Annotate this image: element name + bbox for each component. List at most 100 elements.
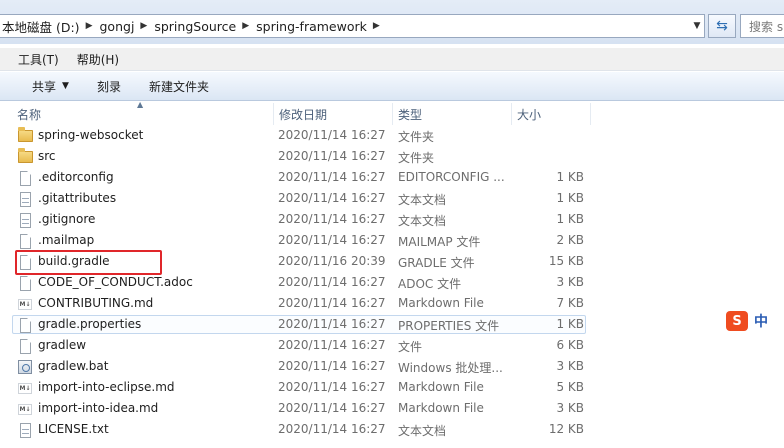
file-size: 1 KB (556, 212, 584, 226)
highlight-annotation-box (15, 250, 162, 275)
file-type: PROPERTIES 文件 (398, 319, 500, 333)
breadcrumb-item[interactable]: spring-framework ▶ (251, 15, 382, 37)
file-date: 2020/11/14 16:27 (278, 359, 386, 373)
list-item[interactable]: gradlew.bat 2020/11/14 16:27 Windows 批处理… (0, 357, 784, 378)
list-item[interactable]: gradle.properties 2020/11/14 16:27 PROPE… (0, 315, 784, 336)
ime-mode-label: 中 (754, 314, 768, 330)
column-header-label: 类型 (398, 107, 423, 122)
column-header-label: 大小 (517, 107, 542, 122)
file-size: 6 KB (556, 338, 584, 352)
list-item[interactable]: gradlew 2020/11/14 16:27 文件 6 KB (0, 336, 784, 357)
markdown-file-icon: M↓ (18, 403, 32, 415)
file-size: 1 KB (556, 170, 584, 184)
breadcrumb-item[interactable]: 本地磁盘 (D:) ▶ (0, 15, 95, 37)
file-type: Markdown File (398, 296, 484, 310)
column-header-size[interactable]: 大小 (511, 103, 591, 125)
command-bar: 共享 ▼ 刻录 新建文件夹 (0, 72, 784, 101)
file-name: import-into-eclipse.md (38, 380, 175, 394)
file-name: CONTRIBUTING.md (38, 296, 154, 310)
burn-label: 刻录 (96, 79, 121, 94)
menu-help[interactable]: 帮助(H) (68, 51, 128, 68)
file-type: 文件夹 (398, 151, 435, 165)
column-header-label: 修改日期 (279, 107, 328, 122)
file-list: spring-websocket 2020/11/14 16:27 文件夹 sr… (0, 126, 784, 441)
chevron-down-icon: ▼ (62, 81, 69, 91)
column-header-row: ▲ 名称 修改日期 类型 大小 (0, 100, 784, 125)
file-size: 15 KB (548, 254, 584, 268)
search-input[interactable]: 搜索 s (740, 14, 784, 38)
list-item[interactable]: spring-websocket 2020/11/14 16:27 文件夹 (0, 126, 784, 147)
new-folder-button[interactable]: 新建文件夹 (135, 78, 223, 95)
list-item[interactable]: .gitattributes 2020/11/14 16:27 文本文档 1 K… (0, 189, 784, 210)
breadcrumb-item[interactable]: gongj ▶ (95, 15, 150, 37)
file-size: 1 KB (556, 191, 584, 205)
chevron-right-icon[interactable]: ▶ (86, 21, 95, 31)
address-dropdown-icon[interactable]: ▼ (686, 14, 708, 38)
file-name: CODE_OF_CONDUCT.adoc (38, 275, 193, 289)
file-size: 3 KB (556, 401, 584, 415)
file-size: 3 KB (556, 359, 584, 373)
refresh-icon: ⇆ (716, 18, 728, 34)
ime-status-badge[interactable]: S 中 (726, 311, 768, 331)
new-folder-label: 新建文件夹 (148, 79, 209, 94)
list-item[interactable]: .editorconfig 2020/11/14 16:27 EDITORCON… (0, 168, 784, 189)
markdown-file-icon: M↓ (18, 298, 32, 310)
file-size: 7 KB (556, 296, 584, 310)
file-icon (17, 170, 33, 186)
file-type: 文件 (398, 340, 423, 354)
file-name: gradlew (38, 338, 87, 352)
list-item[interactable]: LICENSE.txt 2020/11/14 16:27 文本文档 12 KB (0, 420, 784, 441)
file-size: 5 KB (556, 380, 584, 394)
breadcrumb-label: gongj (99, 18, 135, 34)
list-item[interactable]: .mailmap 2020/11/14 16:27 MAILMAP 文件 2 K… (0, 231, 784, 252)
file-date: 2020/11/14 16:27 (278, 212, 386, 226)
file-date: 2020/11/14 16:27 (278, 422, 386, 436)
column-header-modified[interactable]: 修改日期 (273, 103, 393, 125)
file-name: .editorconfig (38, 170, 114, 184)
file-type: MAILMAP 文件 (398, 235, 481, 249)
address-bar-area: 本地磁盘 (D:) ▶ gongj ▶ springSource ▶ sprin… (0, 0, 784, 44)
burn-button[interactable]: 刻录 (83, 78, 135, 95)
file-date: 2020/11/14 16:27 (278, 296, 386, 310)
column-header-label: 名称 (17, 107, 42, 122)
file-name: .gitattributes (38, 191, 117, 205)
file-type: Markdown File (398, 380, 484, 394)
file-date: 2020/11/14 16:27 (278, 191, 386, 205)
list-item[interactable]: src 2020/11/14 16:27 文件夹 (0, 147, 784, 168)
share-label: 共享 (32, 79, 57, 94)
folder-icon (17, 148, 33, 165)
file-name: LICENSE.txt (38, 422, 109, 436)
file-size: 2 KB (556, 233, 584, 247)
chevron-right-icon[interactable]: ▶ (373, 21, 382, 31)
file-type: 文本文档 (398, 214, 447, 228)
breadcrumb-label: spring-framework (256, 18, 367, 34)
file-type: 文本文档 (398, 193, 447, 207)
chevron-right-icon[interactable]: ▶ (242, 21, 251, 31)
column-header-type[interactable]: 类型 (392, 103, 512, 125)
file-type: EDITORCONFIG ... (398, 170, 505, 184)
file-type: Windows 批处理... (398, 361, 503, 375)
text-file-icon (17, 212, 33, 228)
list-item[interactable]: M↓ CONTRIBUTING.md 2020/11/14 16:27 Mark… (0, 294, 784, 315)
refresh-button[interactable]: ⇆ (708, 14, 736, 38)
list-item[interactable]: M↓ import-into-eclipse.md 2020/11/14 16:… (0, 378, 784, 399)
column-header-name[interactable]: 名称 (11, 103, 274, 125)
breadcrumb-item[interactable]: springSource ▶ (149, 15, 251, 37)
address-bar[interactable]: 本地磁盘 (D:) ▶ gongj ▶ springSource ▶ sprin… (0, 14, 705, 38)
folder-icon (17, 127, 33, 144)
menu-bar: 工具(T) 帮助(H) (0, 48, 784, 71)
chevron-right-icon[interactable]: ▶ (140, 21, 149, 31)
share-button[interactable]: 共享 ▼ (0, 78, 83, 95)
breadcrumb-label: springSource (154, 18, 237, 34)
list-item[interactable]: M↓ import-into-idea.md 2020/11/14 16:27 … (0, 399, 784, 420)
file-name: import-into-idea.md (38, 401, 159, 415)
file-date: 2020/11/14 16:27 (278, 338, 386, 352)
file-date: 2020/11/14 16:27 (278, 317, 386, 331)
file-type: 文件夹 (398, 130, 435, 144)
file-date: 2020/11/14 16:27 (278, 275, 386, 289)
menu-tools[interactable]: 工具(T) (0, 51, 68, 68)
file-date: 2020/11/14 16:27 (278, 170, 386, 184)
file-icon (17, 317, 33, 333)
list-item[interactable]: CODE_OF_CONDUCT.adoc 2020/11/14 16:27 AD… (0, 273, 784, 294)
list-item[interactable]: .gitignore 2020/11/14 16:27 文本文档 1 KB (0, 210, 784, 231)
